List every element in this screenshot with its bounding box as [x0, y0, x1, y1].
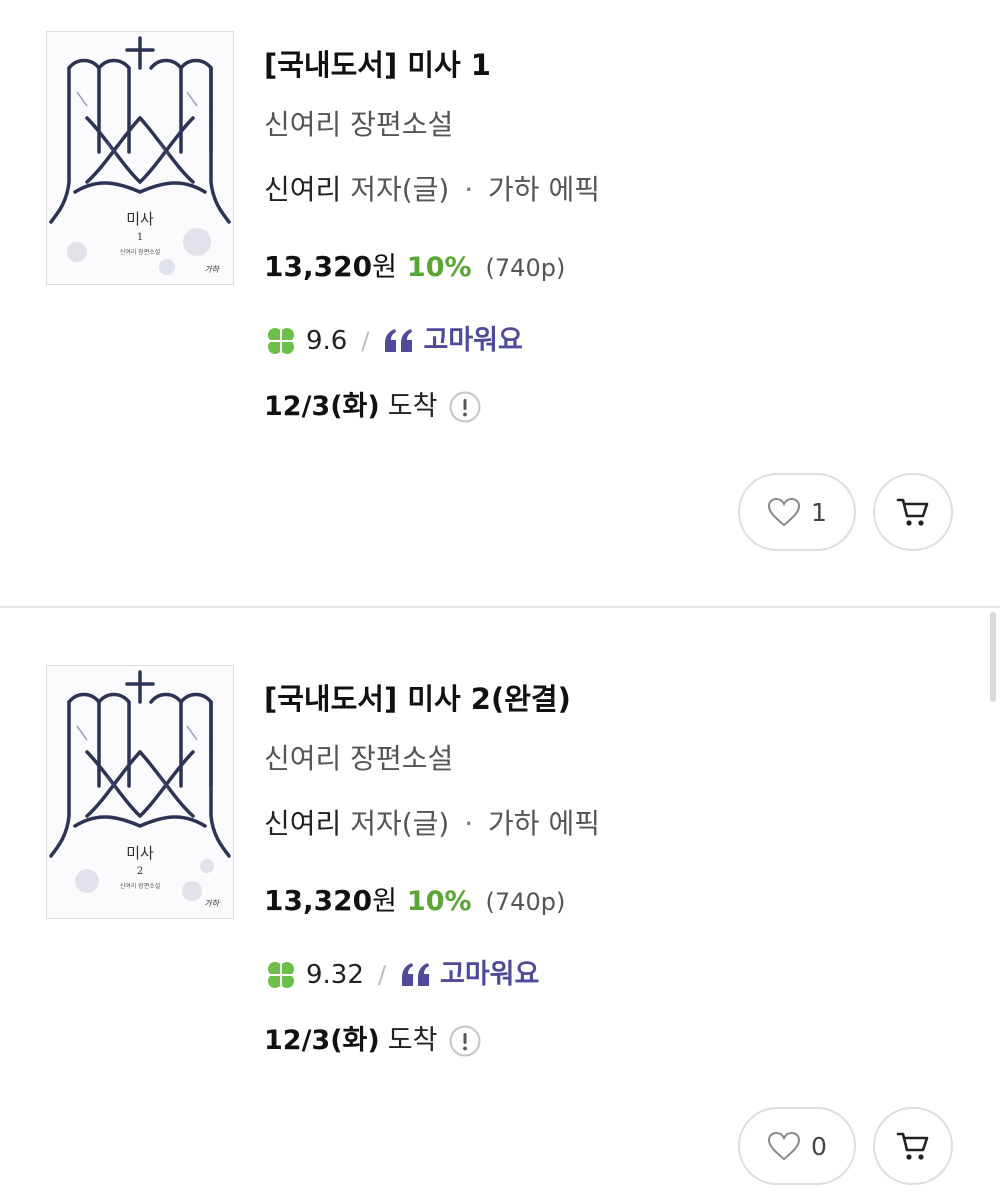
cover-volume: 2: [137, 866, 143, 877]
book-list: 미사 1 신여리 장편소설 가하 [국내도서] 미사 1 신여리 장편소설 신여…: [0, 0, 1000, 1200]
cover-title: 미사: [126, 210, 154, 228]
info-icon[interactable]: [449, 391, 481, 423]
cover-artwork: 미사 1 신여리 장편소설 가하: [47, 32, 233, 284]
heart-icon: [768, 497, 801, 527]
meta-separator: ·: [464, 173, 474, 206]
quote-icon: [385, 329, 413, 352]
price-line: 13,320원 10% (740p): [264, 881, 904, 921]
publisher-name[interactable]: 가하 에픽: [488, 807, 600, 840]
cover-caption: 신여리 장편소설: [120, 882, 161, 890]
book-subtitle: 신여리 장편소설: [264, 108, 454, 141]
arrival-line: 12/3(화) 도착: [264, 1021, 904, 1061]
arrival-line: 12/3(화) 도착: [264, 387, 904, 427]
thanks-label[interactable]: 고마워요: [440, 955, 539, 995]
author-role: 저자(글): [350, 173, 450, 206]
book-meta: 신여리 저자(글) · 가하 에픽: [264, 799, 904, 849]
cover-caption: 신여리 장편소설: [120, 248, 161, 256]
cover-artwork: 미사 2 신여리 장편소설 가하: [47, 666, 233, 918]
page-count: (740p): [485, 888, 566, 916]
like-button[interactable]: 1: [738, 473, 856, 551]
arrival-date: 12/3(화): [264, 391, 380, 422]
author-name[interactable]: 신여리: [264, 173, 341, 206]
arrival-date: 12/3(화): [264, 1025, 380, 1056]
cart-icon: [896, 498, 929, 526]
cart-icon: [896, 1132, 929, 1160]
add-to-cart-button[interactable]: [873, 473, 953, 551]
book-cover[interactable]: 미사 2 신여리 장편소설 가하: [46, 665, 234, 919]
rating-separator: /: [377, 961, 386, 989]
info-icon[interactable]: [449, 1025, 481, 1057]
arrival-label: 도착: [387, 391, 438, 422]
rating-line: 9.6 / 고마워요: [264, 321, 904, 361]
publisher-name[interactable]: 가하 에픽: [488, 173, 600, 206]
author-role: 저자(글): [350, 807, 450, 840]
currency: 원: [372, 252, 397, 283]
book-title[interactable]: [국내도서] 미사 1: [264, 40, 904, 90]
clover-icon: [268, 328, 294, 354]
sale-price: 13,320: [264, 884, 373, 917]
clover-icon: [268, 962, 294, 988]
quote-icon: [401, 963, 429, 986]
author-name[interactable]: 신여리: [264, 807, 341, 840]
rating-separator: /: [361, 327, 370, 355]
heart-icon: [768, 1131, 801, 1161]
like-button[interactable]: 0: [738, 1107, 856, 1185]
add-to-cart-button[interactable]: [873, 1107, 953, 1185]
book-info: [국내도서] 미사 1 신여리 장편소설 신여리 저자(글) · 가하 에픽 1…: [264, 40, 904, 427]
book-item[interactable]: 미사 2 신여리 장편소설 가하 [국내도서] 미사 2(완결) 신여리 장편소…: [0, 608, 1000, 1200]
rating-line: 9.32 / 고마워요: [264, 955, 904, 995]
book-item[interactable]: 미사 1 신여리 장편소설 가하 [국내도서] 미사 1 신여리 장편소설 신여…: [0, 0, 1000, 607]
discount-rate: 10%: [406, 886, 472, 917]
rating-score: 9.6: [306, 326, 348, 356]
rating-score: 9.32: [306, 960, 364, 990]
book-info: [국내도서] 미사 2(완결) 신여리 장편소설 신여리 저자(글) · 가하 …: [264, 674, 904, 1061]
currency: 원: [372, 886, 397, 917]
page-count: (740p): [485, 254, 566, 282]
book-meta: 신여리 저자(글) · 가하 에픽: [264, 165, 904, 215]
book-subtitle: 신여리 장편소설: [264, 742, 454, 775]
book-cover[interactable]: 미사 1 신여리 장편소설 가하: [46, 31, 234, 285]
book-title[interactable]: [국내도서] 미사 2(완결): [264, 674, 904, 724]
discount-rate: 10%: [406, 252, 472, 283]
like-count: 1: [811, 497, 827, 527]
cover-publisher-mark: 가하: [204, 265, 220, 274]
sale-price: 13,320: [264, 250, 373, 283]
like-count: 0: [811, 1131, 827, 1161]
cover-publisher-mark: 가하: [204, 899, 220, 908]
cover-volume: 1: [137, 232, 143, 243]
thanks-label[interactable]: 고마워요: [423, 321, 522, 361]
meta-separator: ·: [464, 807, 474, 840]
arrival-label: 도착: [387, 1025, 438, 1056]
cover-title: 미사: [126, 844, 154, 862]
price-line: 13,320원 10% (740p): [264, 247, 904, 287]
